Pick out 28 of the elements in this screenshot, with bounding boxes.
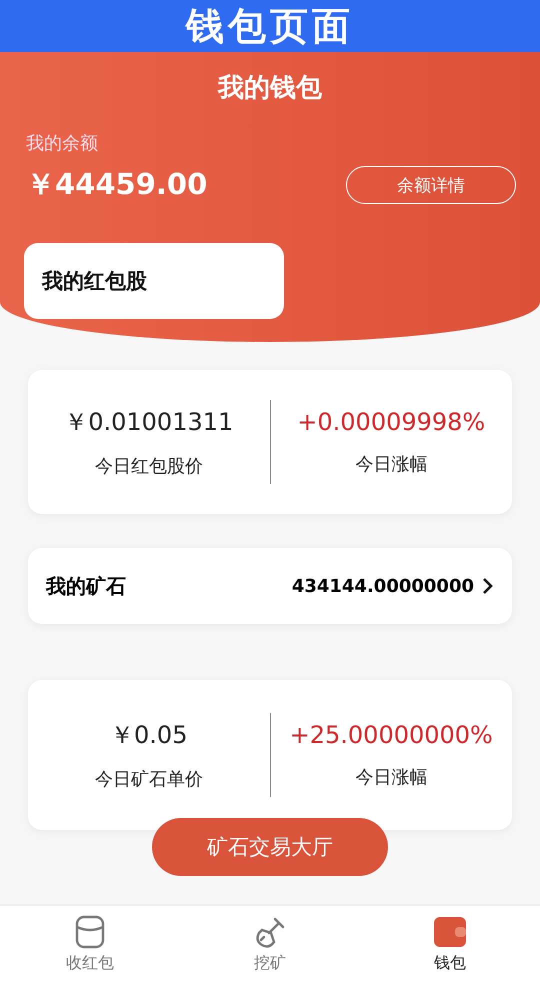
nav-tab[interactable]: 挖矿	[210, 914, 330, 974]
trading-hall-button[interactable]: 矿石交易大厅	[152, 818, 388, 876]
stat-value: ￥0.01001311	[64, 407, 234, 438]
balance-amount: ￥44459.00	[26, 166, 208, 203]
stat-value: +25.00000000%	[290, 721, 493, 749]
tab-label: 收红包	[66, 952, 114, 974]
stat-label: 今日涨幅	[355, 766, 428, 789]
wallet-icon	[433, 914, 467, 948]
stat-value: +0.00009998%	[297, 408, 486, 436]
stat-label: 今日涨幅	[355, 453, 428, 476]
ore-title: 我的矿石	[46, 572, 126, 600]
balance-label: 我的余额	[26, 132, 99, 155]
page-title: 我的钱包	[216, 72, 323, 105]
nav-tab[interactable]: 收红包	[30, 914, 150, 974]
stat-label: 今日红包股价	[94, 455, 203, 478]
banner-title: 钱包页面	[186, 2, 354, 50]
stock-title: 我的红包股	[42, 268, 147, 295]
stock-card[interactable]: 我的红包股	[24, 243, 284, 319]
stat-label: 今日矿石单价	[94, 768, 203, 791]
tab-label: 挖矿	[254, 952, 286, 974]
stat-value: ￥0.05	[110, 720, 188, 751]
ore-amount: 434144.00000000	[292, 576, 474, 596]
balance-details-button[interactable]: 余额详情	[346, 166, 516, 204]
ore-row[interactable]: 我的矿石 434144.00000000	[28, 548, 512, 624]
chevron-right-icon	[482, 577, 494, 595]
tab-label: 钱包	[434, 952, 466, 974]
cylinder-icon	[75, 914, 105, 948]
nav-tab[interactable]: 钱包	[390, 914, 510, 974]
